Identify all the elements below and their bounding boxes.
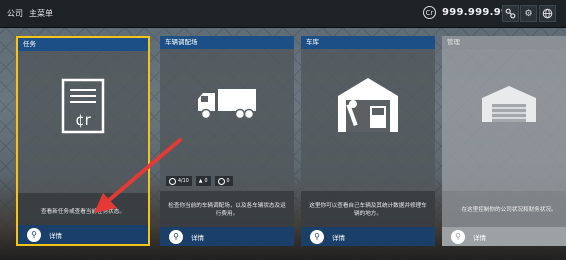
- garage-icon-area: [301, 49, 435, 159]
- card-missions-title: 任务: [18, 38, 148, 51]
- breadcrumb-main-menu: 主菜单: [29, 9, 53, 18]
- card-garage-detail-button[interactable]: ⚲ 详情: [301, 227, 435, 246]
- clock-icon: [217, 177, 225, 185]
- card-vehicle-depot[interactable]: 车辆调配场 4/10 ▲ 0 0 检查你当前的车辆调配场，以及各车辆状态及运行费用…: [160, 36, 294, 246]
- garage-icon: ▲: [198, 178, 203, 184]
- stat-time: 0: [214, 176, 233, 186]
- depot-stats: 4/10 ▲ 0 0: [166, 176, 233, 186]
- stat-garages: ▲ 0: [195, 176, 211, 186]
- search-icon: ⚲: [451, 229, 465, 244]
- management-icon-area: [442, 49, 566, 159]
- globe-icon: [169, 177, 176, 185]
- breadcrumb: 公司 主菜单: [7, 8, 53, 19]
- missions-icon-area: ¢r: [18, 51, 148, 161]
- svg-text:¢r: ¢r: [75, 111, 92, 129]
- stat-time-value: 0: [226, 178, 230, 184]
- search-icon: ⚲: [169, 229, 183, 244]
- breadcrumb-company[interactable]: 公司: [7, 8, 23, 19]
- garage-repair-icon: [338, 78, 398, 132]
- search-icon: ⚲: [27, 227, 41, 242]
- card-garage-detail-label: 详情: [332, 233, 345, 242]
- card-management[interactable]: 管理 在这里控制你的公司状况和财务状况。 ⚲ 详情: [442, 36, 566, 246]
- card-management-title: 管理: [442, 36, 566, 49]
- card-management-detail-button[interactable]: ⚲ 详情: [442, 227, 566, 246]
- top-bar: 公司 主菜单 Cr 999.999.999 ⚙: [0, 0, 566, 28]
- skills-button[interactable]: [502, 5, 519, 22]
- stat-vehicles: 4/10: [166, 176, 192, 186]
- document-credit-icon: ¢r: [61, 78, 105, 134]
- stat-vehicles-value: 4/10: [178, 178, 189, 184]
- truck-icon: [198, 89, 256, 120]
- card-missions-detail-button[interactable]: ⚲ 详情: [18, 225, 148, 244]
- truck-icon-area: [160, 49, 294, 159]
- credit-icon: Cr: [423, 6, 436, 19]
- card-vehicle-depot-detail-button[interactable]: ⚲ 详情: [160, 227, 294, 246]
- card-vehicle-depot-title: 车辆调配场: [160, 36, 294, 49]
- settings-button[interactable]: ⚙: [520, 5, 537, 22]
- search-icon: ⚲: [310, 229, 324, 244]
- warehouse-icon: [482, 86, 536, 122]
- card-missions-detail-label: 详情: [49, 231, 62, 240]
- gear-icon: ⚙: [524, 8, 533, 19]
- card-vehicle-depot-description: 检查你当前的车辆调配场，以及各车辆状态及运行费用。: [160, 191, 294, 229]
- card-garage-description: 这里你可以查看自己车辆及其统计数据并修理车辆的地方。: [301, 191, 435, 229]
- card-garage[interactable]: 车库 这里你可以查看自己车辆及其统计数据并修理车辆的地方。 ⚲ 详情: [301, 36, 435, 246]
- card-management-description: 在这里控制你的公司状况和财务状况。: [442, 191, 566, 229]
- card-missions[interactable]: 任务 ¢r 查看新任务或查看当前任务状态。 ⚲ 详情: [16, 36, 150, 246]
- stat-garages-value: 0: [204, 178, 208, 184]
- skills-icon: [505, 8, 516, 19]
- globe-icon: [542, 8, 553, 19]
- language-button[interactable]: [539, 5, 556, 22]
- card-garage-title: 车库: [301, 36, 435, 49]
- card-management-detail-label: 详情: [473, 233, 486, 242]
- card-vehicle-depot-detail-label: 详情: [191, 233, 204, 242]
